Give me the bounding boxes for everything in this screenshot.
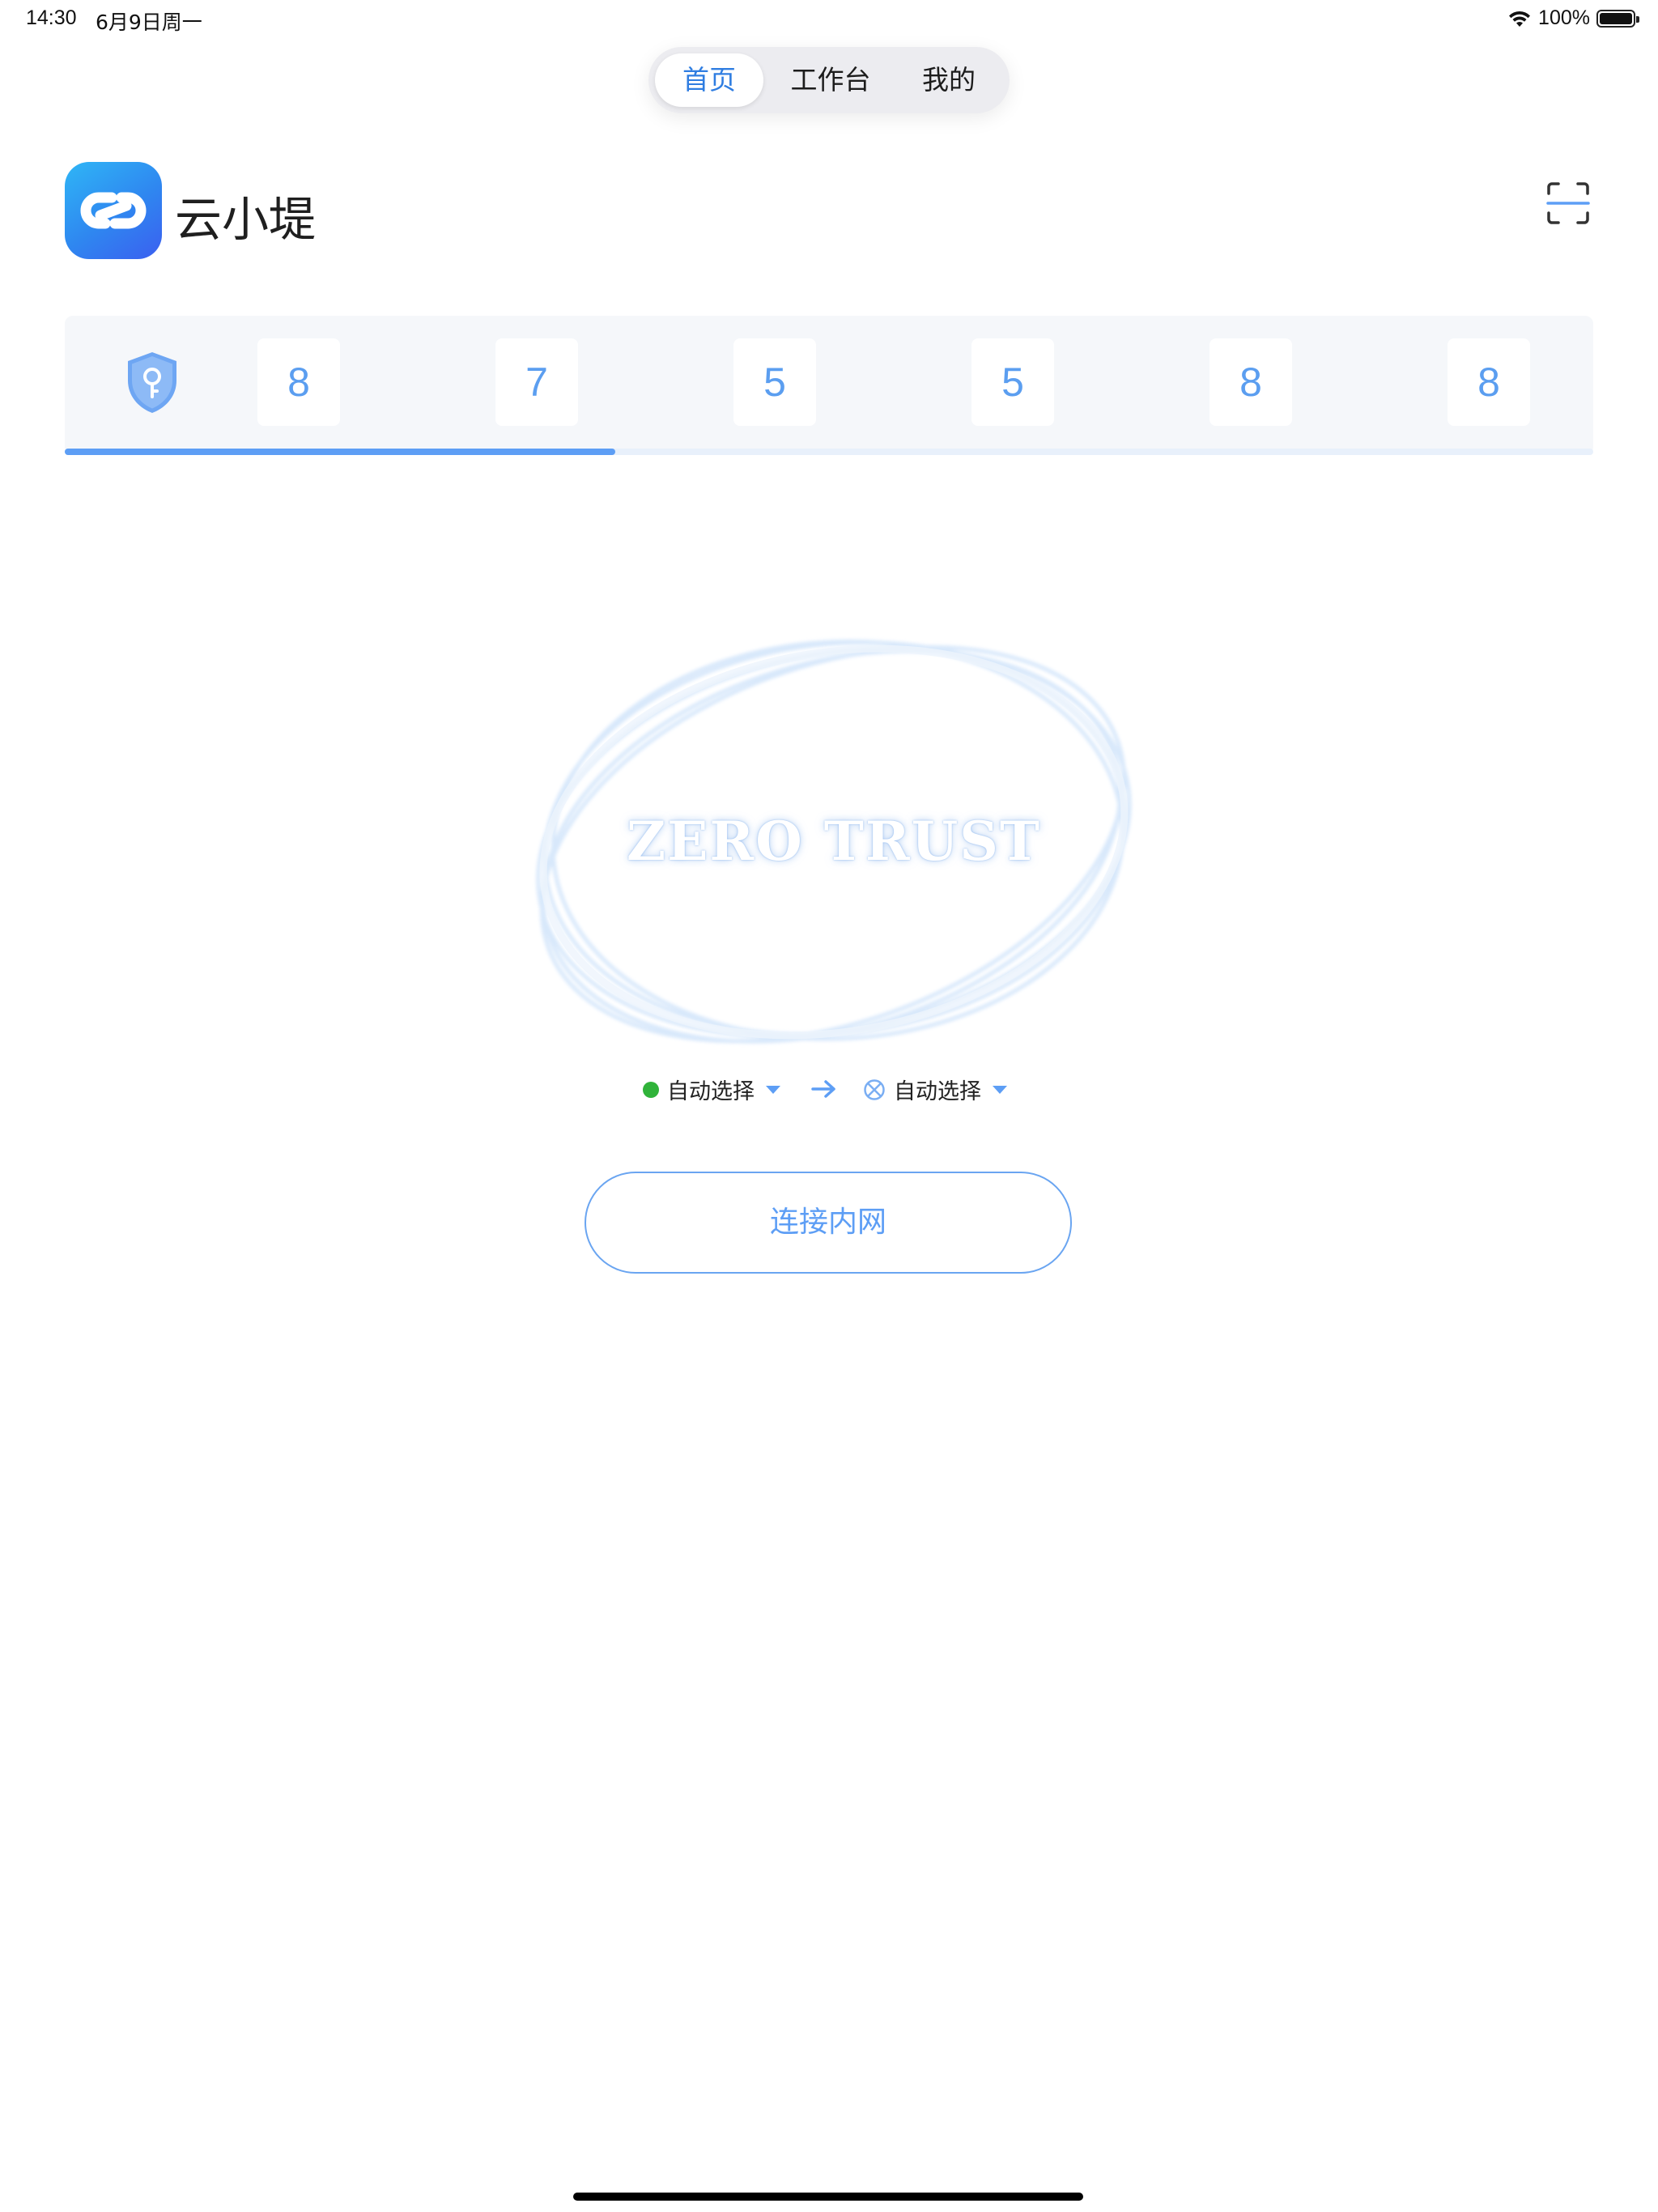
scan-icon[interactable] [1546, 181, 1590, 225]
otp-progress-fill [65, 449, 615, 455]
otp-digit: 5 [971, 338, 1054, 426]
connect-intranet-button[interactable]: 连接内网 [585, 1172, 1072, 1274]
link-logo-icon [80, 192, 147, 229]
tab-home[interactable]: 首页 [655, 53, 763, 107]
target-selector[interactable]: 自动选择 [863, 1074, 1007, 1105]
otp-digit: 7 [495, 338, 578, 426]
caret-down-icon [766, 1085, 780, 1094]
battery-percent: 100% [1538, 6, 1590, 29]
otp-digit: 8 [1448, 338, 1530, 426]
status-dot-icon [643, 1081, 659, 1098]
battery-icon [1596, 9, 1639, 28]
wifi-icon [1509, 11, 1531, 27]
source-selector[interactable]: 自动选择 [643, 1074, 780, 1105]
source-selector-label: 自动选择 [667, 1079, 755, 1104]
main-tab-bar: 首页 工作台 我的 [648, 47, 1010, 113]
status-time: 14:30 [26, 6, 77, 29]
status-indicators: 100% [1507, 6, 1639, 30]
shield-key-icon [128, 352, 176, 413]
otp-digit: 8 [1209, 338, 1292, 426]
arrow-right-icon [811, 1080, 835, 1098]
status-date: 6月9日周一 [96, 11, 202, 34]
home-indicator [573, 2193, 1083, 2201]
zero-trust-text: ZERO TRUST [626, 810, 1042, 873]
tab-mine[interactable]: 我的 [896, 53, 1001, 107]
otp-digit: 5 [733, 338, 816, 426]
globe-icon [864, 1078, 885, 1100]
app-title: 云小堤 [175, 192, 317, 247]
caret-down-icon [993, 1085, 1007, 1094]
otp-digit: 8 [257, 338, 340, 426]
target-selector-label: 自动选择 [894, 1079, 981, 1104]
tab-workbench[interactable]: 工作台 [770, 53, 891, 107]
app-logo [65, 162, 162, 259]
